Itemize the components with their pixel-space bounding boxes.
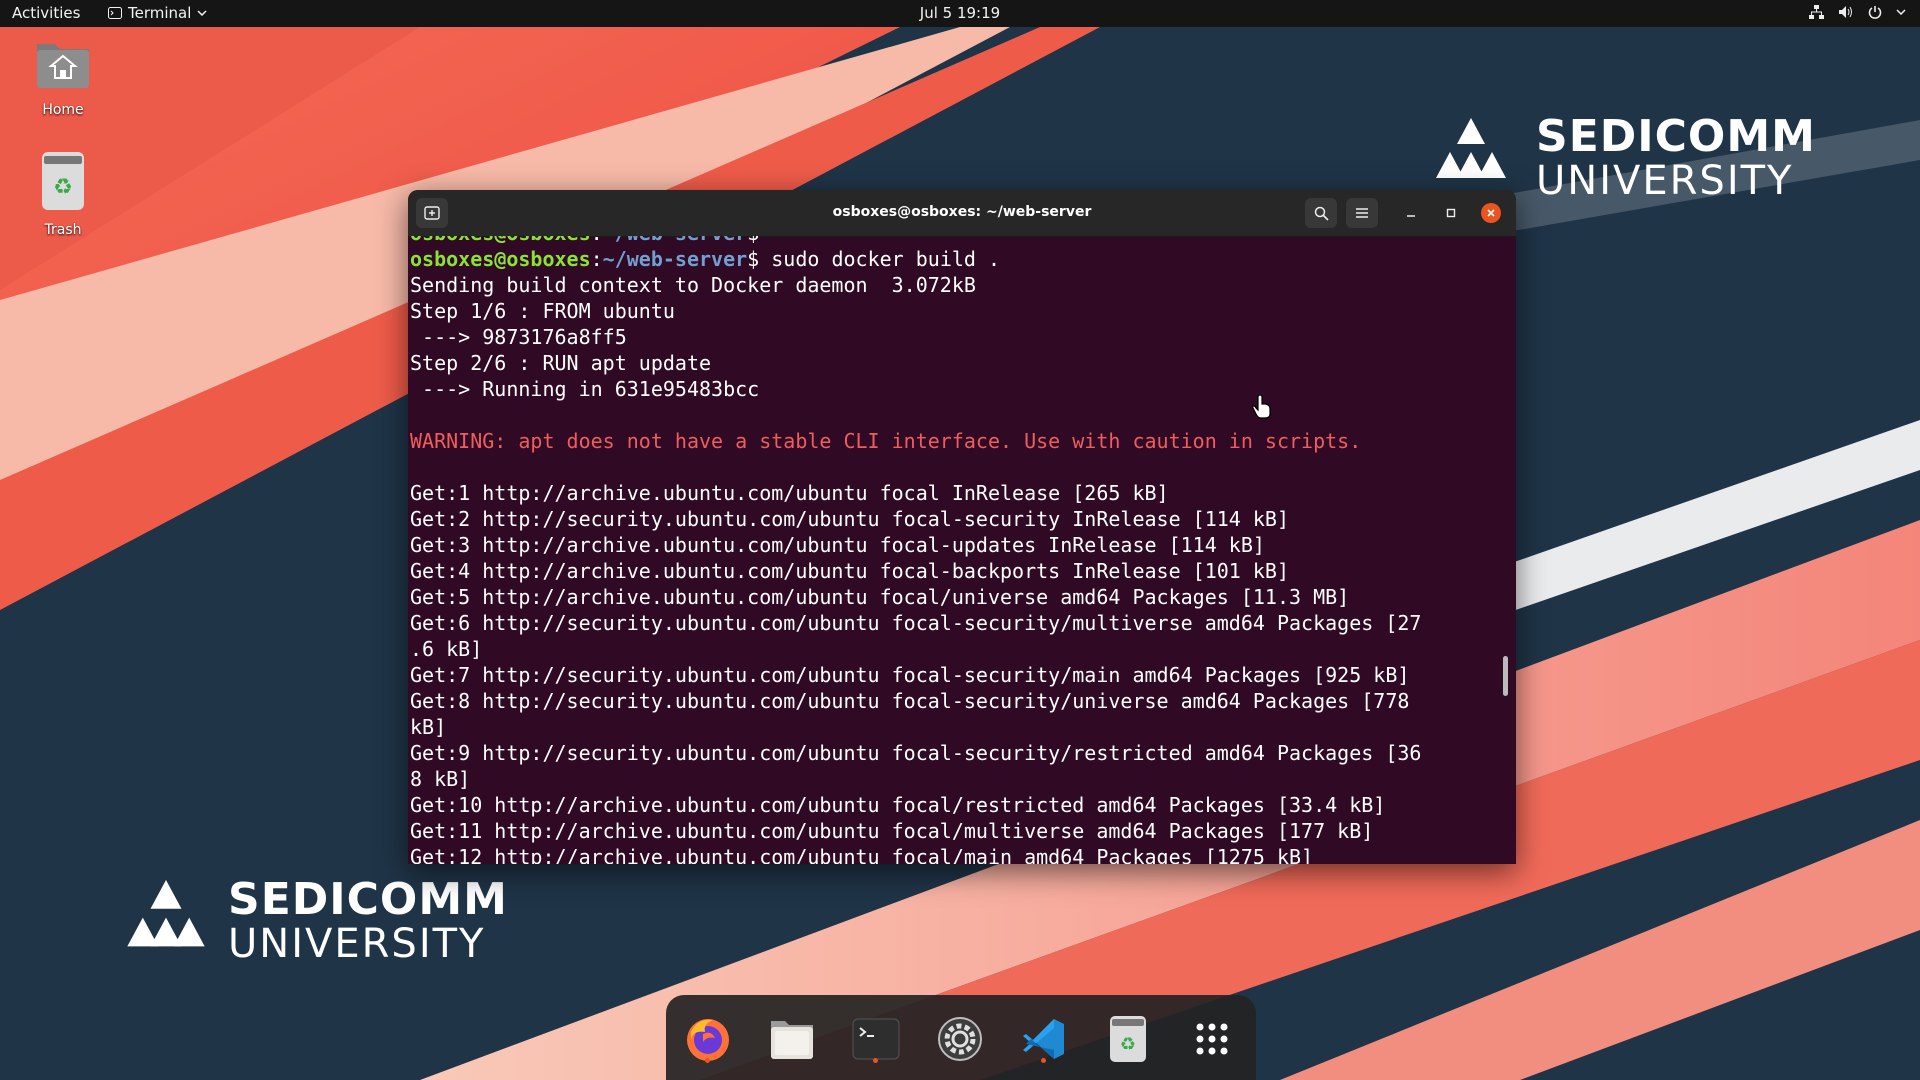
home-folder-icon (37, 44, 89, 88)
prompt-suffix: $ (747, 236, 771, 245)
terminal-output[interactable]: osboxes@osboxes:~/web-server$ osboxes@os… (410, 236, 1498, 864)
system-tray[interactable] (1809, 5, 1906, 19)
dock-item-settings[interactable] (930, 1011, 990, 1067)
terminal-line-partial: osboxes@osboxes:~/web-server$ (410, 236, 1498, 246)
app-menu-label: Terminal (128, 4, 192, 22)
desktop-home-icon[interactable]: Home (8, 36, 118, 118)
new-tab-icon (424, 206, 440, 220)
terminal-line: Get:1 http://archive.ubuntu.com/ubuntu f… (410, 481, 1169, 505)
brand-subtitle: UNIVERSITY (1536, 158, 1794, 204)
firefox-icon (687, 1019, 729, 1061)
terminal-line: Get:9 http://security.ubuntu.com/ubuntu … (410, 741, 1422, 765)
brand-name: SEDICOMM (228, 874, 508, 925)
volume-icon (1839, 6, 1852, 18)
chevron-down-icon (197, 10, 207, 16)
prompt-suffix: $ (747, 247, 772, 271)
prompt-separator: : (590, 247, 603, 271)
prompt-user: osboxes@osboxes (410, 247, 591, 271)
files-icon (771, 1021, 813, 1059)
prompt-path: ~/web-server (603, 236, 748, 245)
new-tab-button[interactable] (416, 198, 448, 228)
top-bar: Activities Terminal Jul 5 19:19 (0, 0, 1920, 27)
terminal-line: 8 kB] (410, 767, 471, 791)
clock[interactable]: Jul 5 19:19 (920, 4, 1000, 22)
terminal-icon (852, 1018, 900, 1060)
terminal-line: Step 2/6 : RUN apt update (410, 351, 712, 375)
terminal-line: Get:7 http://security.ubuntu.com/ubuntu … (410, 663, 1410, 687)
search-button[interactable] (1305, 198, 1337, 228)
prompt-user: osboxes@osboxes (410, 236, 591, 245)
terminal-line: Sending build context to Docker daemon 3… (410, 273, 976, 297)
app-grid-icon (1196, 1023, 1228, 1055)
desktop-trash-icon[interactable]: ♻ Trash (8, 150, 118, 238)
dock-item-trash[interactable]: ♻ (1098, 1011, 1158, 1067)
terminal-line: .6 kB] (410, 637, 483, 661)
desktop-icon-label: Trash (44, 222, 82, 238)
hamburger-menu-icon (1356, 208, 1368, 218)
network-icon (1809, 5, 1824, 19)
terminal-line: Get:3 http://archive.ubuntu.com/ubuntu f… (410, 533, 1265, 557)
terminal-line: ---> Running in 631e95483bcc (410, 377, 760, 401)
terminal-line: ---> 9873176a8ff5 (410, 325, 627, 349)
menu-button[interactable] (1346, 198, 1378, 228)
terminal-line: Get:2 http://security.ubuntu.com/ubuntu … (410, 507, 1289, 531)
brand-mark-icon (127, 880, 205, 947)
dock: ♻ (666, 995, 1256, 1080)
running-indicator (1041, 1058, 1046, 1063)
close-button[interactable] (1481, 203, 1501, 223)
power-icon (1868, 6, 1882, 19)
running-indicator (705, 1058, 710, 1063)
svg-text:♻: ♻ (53, 175, 73, 200)
svg-text:♻: ♻ (1120, 1034, 1136, 1055)
search-icon (1314, 206, 1329, 221)
brand-mark-icon (1436, 118, 1506, 178)
hand-cursor-icon (1252, 395, 1271, 419)
terminal-command-line: osboxes@osboxes:~/web-server$ sudo docke… (410, 246, 1498, 272)
terminal-window[interactable]: osboxes@osboxes: ~/web-server osboxes@os… (408, 190, 1516, 864)
terminal-line: kB] (410, 715, 447, 739)
terminal-line: Get:5 http://archive.ubuntu.com/ubuntu f… (410, 585, 1350, 609)
trash-icon: ♻ (42, 152, 84, 210)
brand-subtitle: UNIVERSITY (228, 921, 486, 967)
chevron-down-icon (1896, 9, 1906, 15)
trash-icon: ♻ (1110, 1016, 1146, 1062)
dock-item-firefox[interactable] (678, 1011, 738, 1067)
terminal-header-bar[interactable]: osboxes@osboxes: ~/web-server (408, 190, 1516, 237)
dock-item-files[interactable] (762, 1011, 822, 1067)
terminal-line: Step 1/6 : FROM ubuntu (410, 299, 675, 323)
minimize-button[interactable] (1401, 203, 1421, 223)
maximize-icon (1446, 208, 1456, 218)
settings-icon (938, 1017, 982, 1061)
maximize-button[interactable] (1441, 203, 1461, 223)
terminal-line: Get:4 http://archive.ubuntu.com/ubuntu f… (410, 559, 1289, 583)
dock-item-app-grid[interactable] (1182, 1011, 1242, 1067)
close-icon (1487, 209, 1495, 217)
dock-item-terminal[interactable] (846, 1011, 906, 1067)
brand-name: SEDICOMM (1536, 111, 1816, 162)
terminal-line: Get:8 http://security.ubuntu.com/ubuntu … (410, 689, 1410, 713)
terminal-line: Get:10 http://archive.ubuntu.com/ubuntu … (410, 793, 1386, 817)
terminal-scrollbar[interactable] (1503, 656, 1508, 696)
running-indicator (873, 1058, 878, 1063)
terminal-small-icon (108, 7, 122, 19)
desktop-icon-label: Home (42, 102, 84, 118)
minimize-icon (1407, 215, 1415, 217)
prompt-path: ~/web-server (602, 247, 748, 271)
activities-button[interactable]: Activities (12, 4, 80, 22)
terminal-line: Get:11 http://archive.ubuntu.com/ubuntu … (410, 819, 1374, 843)
typed-command: sudo docker build . (771, 247, 1001, 271)
app-menu[interactable]: Terminal (108, 4, 207, 22)
vscode-icon (1023, 1019, 1064, 1059)
terminal-warning-line: WARNING: apt does not have a stable CLI … (410, 429, 1362, 453)
prompt-separator: : (591, 236, 603, 245)
dock-item-vscode[interactable] (1014, 1011, 1074, 1067)
terminal-line: Get:12 http://archive.ubuntu.com/ubuntu … (410, 845, 1314, 864)
terminal-line: Get:6 http://security.ubuntu.com/ubuntu … (410, 611, 1422, 635)
